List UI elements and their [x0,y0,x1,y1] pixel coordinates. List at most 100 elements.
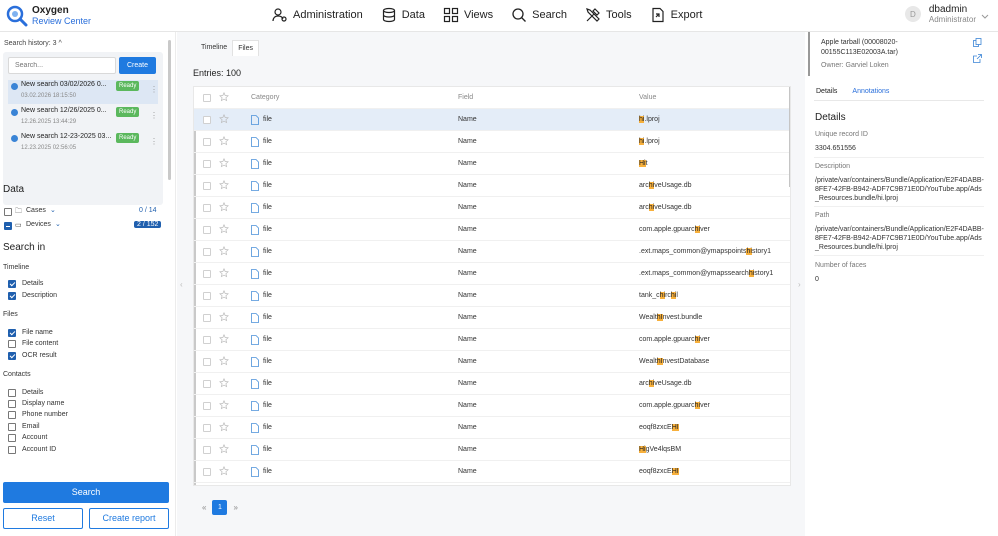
tab-details[interactable]: Details [816,87,837,96]
table-row[interactable]: file Name .ext.maps_common@ymapssearchhist… [194,263,790,285]
account-id-checkbox[interactable] [8,446,16,454]
search-history-title[interactable]: Search history: 3 ^ [4,40,62,47]
more-vertical-icon[interactable]: ⋮ [150,137,158,146]
star-icon[interactable] [219,136,229,146]
sidebar-scrollbar[interactable] [168,40,171,180]
phone-number-checkbox[interactable] [8,411,16,419]
star-icon[interactable] [219,466,229,476]
ocr-result-checkbox[interactable] [8,352,16,360]
star-icon[interactable] [219,268,229,278]
row-checkbox[interactable] [203,292,211,300]
star-icon[interactable] [219,444,229,454]
table-scrollbar[interactable] [789,87,790,187]
user-menu[interactable]: D dbadmin Administrator [904,4,976,24]
create-button[interactable]: Create [119,57,156,74]
table-row[interactable]: fileNamecom.apple.gpuarchiver [194,483,790,485]
contacts-details-checkbox[interactable] [8,389,16,397]
timeline-description-checkbox[interactable] [8,292,16,300]
history-search-input[interactable] [8,57,116,74]
history-item[interactable]: New search 12-23-2025 03... 12.23.2025 0… [8,132,158,156]
table-row[interactable]: file Name hi.lproj [194,131,790,153]
row-checkbox[interactable] [203,160,211,168]
star-icon[interactable] [219,290,229,300]
column-field[interactable]: Field [458,94,473,101]
row-checkbox[interactable] [203,248,211,256]
row-checkbox[interactable] [203,182,211,190]
star-icon[interactable] [219,246,229,256]
prev-page-icon[interactable]: « [202,503,206,512]
nav-export[interactable]: Export [650,7,702,23]
timeline-details-checkbox[interactable] [8,280,16,288]
star-icon[interactable] [219,114,229,124]
collapse-left-icon[interactable]: ‹ [180,280,183,289]
cases-checkbox[interactable] [4,208,12,216]
file-content-checkbox[interactable] [8,340,16,348]
table-row[interactable]: file Name WealthInvest.bundle [194,307,790,329]
collapse-right-icon[interactable]: › [798,280,801,289]
table-row[interactable]: fileNamecom.apple.gpuarchiver [194,329,790,351]
row-checkbox[interactable] [203,226,211,234]
create-report-button[interactable]: Create report [89,508,169,529]
display-name-checkbox[interactable] [8,400,16,408]
star-icon[interactable] [219,158,229,168]
history-item[interactable]: New search 12/26/2025 0... 12.26.2025 13… [8,106,158,130]
column-value[interactable]: Value [639,94,656,101]
cases-label[interactable]: Cases [26,207,46,214]
chevron-down-icon[interactable] [980,11,990,21]
file-name-checkbox[interactable] [8,329,16,337]
row-checkbox[interactable] [203,402,211,410]
copy-icon[interactable] [973,38,982,47]
page-number[interactable]: 1 [212,500,228,515]
app-logo[interactable]: Oxygen Review Center [6,5,91,27]
select-all-checkbox[interactable] [203,94,211,102]
row-checkbox[interactable] [203,424,211,432]
table-row[interactable]: file Name archiveUsage.db [194,175,790,197]
star-icon[interactable] [219,378,229,388]
tab-files[interactable]: Files [232,40,259,56]
table-row[interactable]: file Name HigVe4lqsBM [194,439,790,461]
table-row[interactable]: file Name WealthInvestDatabase [194,351,790,373]
more-vertical-icon[interactable]: ⋮ [150,85,158,94]
star-icon[interactable] [219,422,229,432]
chevron-down-icon[interactable]: ⌄ [55,220,61,228]
row-checkbox[interactable] [203,204,211,212]
next-page-icon[interactable]: » [233,503,237,512]
reset-button[interactable]: Reset [3,508,83,529]
star-icon[interactable] [219,312,229,322]
row-checkbox[interactable] [203,270,211,278]
tab-annotations[interactable]: Annotations [852,87,889,96]
table-row[interactable]: file Name eoqf8zxcEHI [194,461,790,483]
devices-checkbox[interactable] [4,222,12,230]
table-row[interactable]: file Name hi.lproj [194,109,790,131]
account-checkbox[interactable] [8,434,16,442]
nav-tools[interactable]: Tools [585,7,632,23]
nav-administration[interactable]: Administration [272,7,363,23]
star-icon[interactable] [219,202,229,212]
star-icon[interactable] [219,224,229,234]
history-item[interactable]: New search 03/02/2026 0... 03.02.2026 18… [8,80,158,104]
star-icon[interactable] [219,334,229,344]
star-icon[interactable] [219,356,229,366]
nav-data[interactable]: Data [381,7,425,23]
row-checkbox[interactable] [203,468,211,476]
external-link-icon[interactable] [973,54,982,63]
more-vertical-icon[interactable]: ⋮ [150,111,158,120]
row-checkbox[interactable] [203,116,211,124]
tab-timeline[interactable]: Timeline [196,40,232,56]
star-icon[interactable] [219,92,229,102]
row-checkbox[interactable] [203,336,211,344]
row-checkbox[interactable] [203,380,211,388]
nav-views[interactable]: Views [443,7,493,23]
table-row[interactable]: fileNamecom.apple.gpuarchiver [194,395,790,417]
row-checkbox[interactable] [203,138,211,146]
table-row[interactable]: fileNamecom.apple.gpuarchiver [194,219,790,241]
email-checkbox[interactable] [8,423,16,431]
nav-search[interactable]: Search [511,7,567,23]
star-icon[interactable] [219,400,229,410]
search-button[interactable]: Search [3,482,169,503]
table-row[interactable]: file Name eoqf8zxcEHI [194,417,790,439]
row-checkbox[interactable] [203,446,211,454]
table-row[interactable]: file Name archiveUsage.db [194,197,790,219]
table-row[interactable]: file Name .ext.maps_common@ymapspointshist… [194,241,790,263]
devices-label[interactable]: Devices [26,221,51,228]
